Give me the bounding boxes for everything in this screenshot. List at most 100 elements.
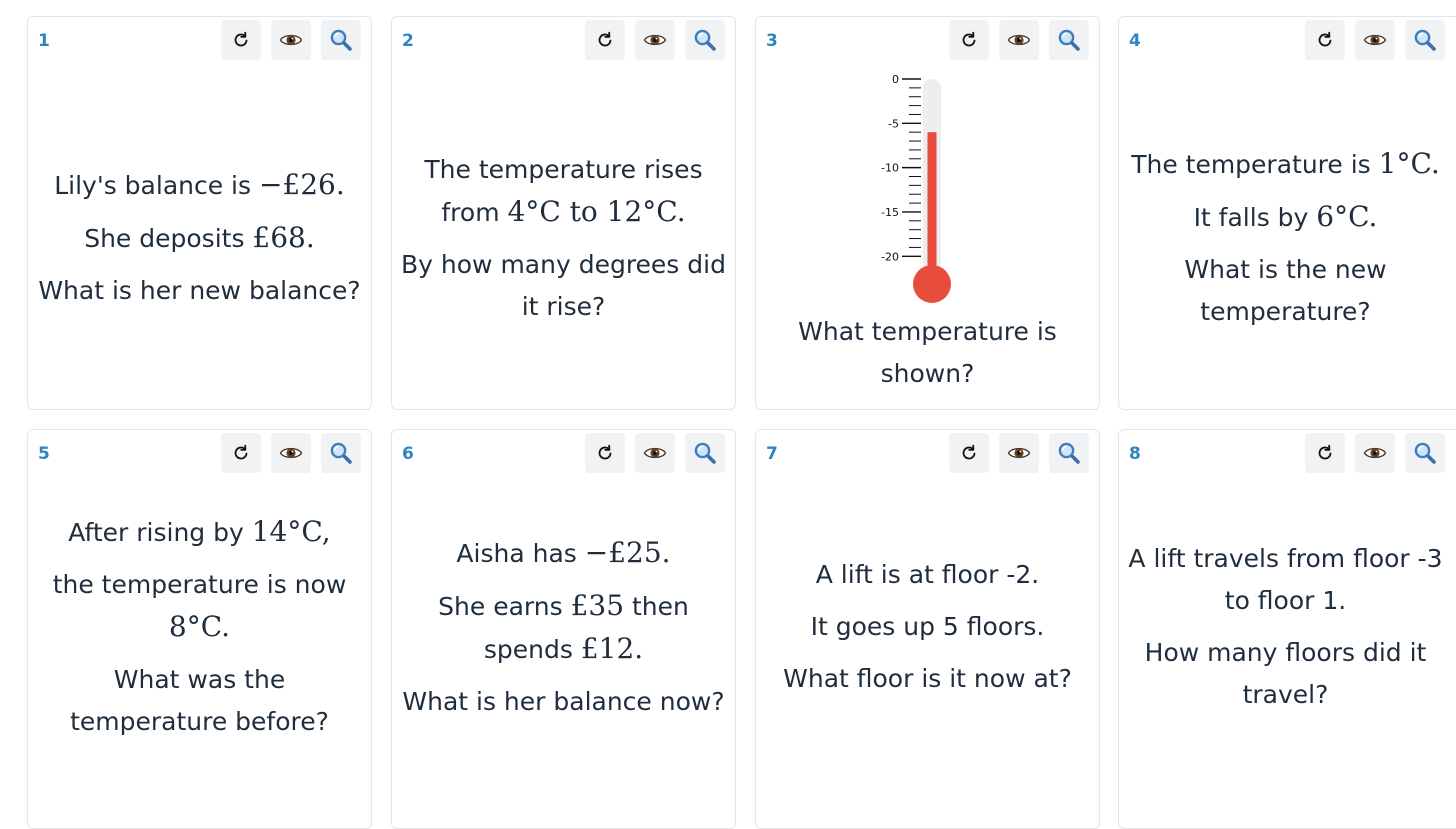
question-line: What is her balance now?	[402, 681, 724, 723]
card-toolbar	[221, 433, 361, 473]
question-number: 4	[1129, 31, 1141, 51]
math-expression: 4°C to 12°C.	[507, 194, 686, 228]
question-text: The temperature is	[1131, 150, 1379, 179]
tick-label: -10	[881, 162, 899, 175]
thermometer: 0 -5 -10 -15 -20	[868, 69, 988, 313]
question-body: The temperature rises from 4°C to 12°C. B…	[392, 67, 735, 409]
reveal-answer-button[interactable]	[271, 433, 311, 473]
question-text: Lily's balance is	[54, 171, 259, 200]
question-line: What is the new temperature?	[1127, 249, 1444, 333]
refresh-icon	[1315, 30, 1335, 50]
refresh-icon	[1315, 443, 1335, 463]
tick-label: 0	[892, 73, 899, 86]
question-body: Aisha has −£25. She earns £35 then spends…	[392, 480, 735, 774]
question-card-4: 4 The temperature is 1°C. It falls by 6°C…	[1118, 16, 1456, 410]
math-expression: £12.	[580, 631, 644, 665]
refresh-icon	[231, 443, 251, 463]
eye-icon	[1363, 444, 1387, 462]
question-text: A lift travels from floor -3 to floor 1.	[1128, 544, 1443, 615]
refresh-button[interactable]	[949, 433, 989, 473]
magnifier-icon	[1413, 28, 1437, 52]
thermometer-mercury	[927, 132, 937, 284]
reveal-answer-button[interactable]	[635, 433, 675, 473]
question-text: By how many degrees did it rise?	[401, 249, 726, 321]
question-line: A lift travels from floor -3 to floor 1.	[1127, 538, 1444, 622]
zoom-button[interactable]	[1405, 433, 1445, 473]
refresh-icon	[595, 30, 615, 50]
refresh-button[interactable]	[585, 433, 625, 473]
question-number: 2	[402, 31, 414, 51]
eye-icon	[643, 444, 667, 462]
question-number: 6	[402, 444, 414, 464]
card-toolbar	[1305, 433, 1445, 473]
question-text: What is the new temperature?	[1184, 255, 1387, 326]
refresh-icon	[959, 443, 979, 463]
question-card-5: 5 After rising by 14°C, the temperature i…	[27, 429, 372, 829]
question-body: A lift is at floor -2. It goes up 5 floor…	[756, 480, 1099, 774]
reveal-answer-button[interactable]	[635, 20, 675, 60]
question-card-8: 8 A lift travels from floor -3 to floor …	[1118, 429, 1456, 829]
question-line: What temperature is shown?	[764, 311, 1091, 395]
refresh-icon	[231, 30, 251, 50]
question-card-1: 1 Lily's balance is −£26. She deposits £6…	[27, 16, 372, 410]
question-number: 3	[766, 31, 778, 51]
refresh-button[interactable]	[585, 20, 625, 60]
magnifier-icon	[693, 28, 717, 52]
eye-icon	[1007, 444, 1031, 462]
reveal-answer-button[interactable]	[999, 433, 1039, 473]
question-line: The temperature rises from 4°C to 12°C.	[400, 149, 727, 234]
tick-label: -20	[881, 250, 899, 263]
question-line: the temperature is now 8°C.	[36, 564, 363, 649]
question-card-7: 7 A lift is at floor -2. It goes up 5 flo…	[755, 429, 1100, 829]
magnifier-icon	[1413, 441, 1437, 465]
zoom-button[interactable]	[321, 433, 361, 473]
math-expression: 8°C.	[168, 610, 231, 643]
question-body: The temperature is 1°C. It falls by 6°C. W…	[1119, 67, 1452, 409]
zoom-button[interactable]	[1049, 20, 1089, 60]
question-text: What was the temperature before?	[70, 665, 329, 736]
question-body: Lily's balance is −£26. She deposits £68.…	[28, 67, 371, 409]
question-text: How many floors did it travel?	[1144, 638, 1427, 709]
reveal-answer-button[interactable]	[1355, 20, 1395, 60]
zoom-button[interactable]	[685, 433, 725, 473]
eye-icon	[643, 31, 667, 49]
question-text: What temperature is shown?	[798, 317, 1057, 388]
question-line: It goes up 5 floors.	[811, 606, 1045, 648]
reveal-answer-button[interactable]	[1355, 433, 1395, 473]
refresh-button[interactable]	[949, 20, 989, 60]
question-line: She earns £35 then spends £12.	[400, 585, 727, 671]
question-text: What floor is it now at?	[783, 664, 1072, 693]
question-text: the temperature is now	[52, 570, 347, 599]
zoom-button[interactable]	[1049, 433, 1089, 473]
math-expression: 14°C,	[251, 515, 331, 548]
math-expression: £68.	[252, 221, 315, 254]
tick-label: -15	[881, 206, 899, 219]
question-card-6: 6 Aisha has −£25. She earns £35 then spen…	[391, 429, 736, 829]
refresh-button[interactable]	[221, 433, 261, 473]
magnifier-icon	[329, 441, 353, 465]
zoom-button[interactable]	[1405, 20, 1445, 60]
reveal-answer-button[interactable]	[271, 20, 311, 60]
question-number: 7	[766, 444, 778, 464]
card-toolbar	[585, 433, 725, 473]
math-expression: −£25.	[584, 535, 671, 569]
question-body: A lift travels from floor -3 to floor 1.…	[1119, 480, 1452, 774]
question-text: She earns	[438, 591, 571, 621]
refresh-icon	[959, 30, 979, 50]
question-line: By how many degrees did it rise?	[400, 244, 727, 328]
math-expression: 1°C.	[1378, 147, 1440, 180]
zoom-button[interactable]	[685, 20, 725, 60]
card-toolbar	[949, 20, 1089, 60]
refresh-button[interactable]	[1305, 20, 1345, 60]
question-text: What is her new balance?	[38, 276, 361, 305]
reveal-answer-button[interactable]	[999, 20, 1039, 60]
question-card-3: 3 0 -5 -10 -15 -20 What temperature is shown…	[755, 16, 1100, 410]
question-text: Aisha has	[456, 538, 585, 568]
question-line: After rising by 14°C,	[68, 511, 330, 554]
magnifier-icon	[1057, 441, 1081, 465]
question-line: What floor is it now at?	[783, 658, 1072, 700]
refresh-button[interactable]	[221, 20, 261, 60]
question-line: Lily's balance is −£26.	[54, 164, 345, 207]
zoom-button[interactable]	[321, 20, 361, 60]
refresh-button[interactable]	[1305, 433, 1345, 473]
